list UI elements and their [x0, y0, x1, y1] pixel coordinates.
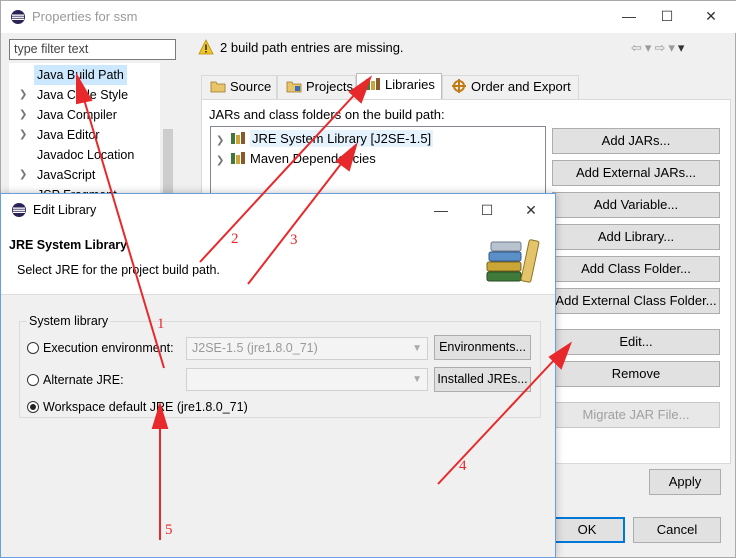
source-folder-icon	[210, 81, 226, 93]
tab-label: Source	[230, 79, 272, 94]
menu-icon[interactable]: ▾	[678, 40, 688, 55]
tab-libraries[interactable]: Libraries	[356, 73, 442, 100]
library-item-maven[interactable]: ❯ Maven Dependencies	[216, 149, 376, 169]
add-class-folder-button[interactable]: Add Class Folder...	[552, 256, 720, 282]
minimize-icon[interactable]: —	[431, 201, 451, 219]
edit-button[interactable]: Edit...	[552, 329, 720, 355]
filter-input[interactable]: type filter text	[9, 39, 176, 60]
window-titlebar: Properties for ssm — ☐ ✕	[1, 1, 736, 33]
order-export-icon	[452, 79, 466, 93]
warning-icon	[198, 39, 214, 55]
libraries-icon	[366, 78, 380, 90]
edit-library-dialog: Edit Library — ☐ ✕ JRE System Library Se…	[0, 193, 556, 558]
radio-label: Execution environment:	[43, 341, 174, 355]
add-library-button[interactable]: Add Library...	[552, 224, 720, 250]
workspace-default-jre-radio[interactable]: Workspace default JRE (jre1.8.0_71)	[27, 398, 248, 416]
installed-jres-button[interactable]: Installed JREs...	[434, 367, 531, 392]
dialog-header-description: Select JRE for the project build path.	[17, 263, 220, 277]
projects-icon	[286, 81, 302, 93]
execution-environment-select[interactable]: J2SE-1.5 (jre1.8.0_71) ▼	[186, 337, 428, 360]
system-library-label: System library	[27, 314, 111, 328]
tree-item-java-code-style[interactable]: ❯ Java Code Style	[9, 85, 168, 105]
dialog-title: Edit Library	[33, 203, 97, 217]
dialog-header: JRE System Library Select JRE for the pr…	[1, 225, 555, 295]
dialog-header-title: JRE System Library	[9, 238, 128, 252]
tree-item-java-build-path[interactable]: Java Build Path	[9, 65, 168, 85]
chevron-down-icon: ▼	[412, 374, 422, 385]
chevron-down-icon[interactable]: ▾	[645, 40, 655, 55]
tab-projects[interactable]: Projects	[277, 75, 356, 99]
tree-item-label: Java Code Style	[37, 88, 129, 102]
tab-source[interactable]: Source	[201, 75, 277, 99]
tree-item-java-compiler[interactable]: ❯ Java Compiler	[9, 105, 168, 125]
back-arrow-icon[interactable]: ⇦	[631, 40, 645, 55]
library-books-icon	[486, 239, 540, 283]
tree-item-label: Java Build Path	[34, 65, 127, 85]
library-icon	[231, 152, 245, 164]
scrollbar-thumb[interactable]	[163, 129, 173, 199]
environments-button[interactable]: Environments...	[434, 335, 531, 360]
add-jars-button[interactable]: Add JARs...	[552, 128, 720, 154]
close-icon[interactable]: ✕	[701, 7, 721, 25]
remove-button[interactable]: Remove	[552, 361, 720, 387]
migrate-jar-button[interactable]: Migrate JAR File...	[552, 402, 720, 428]
radio-label: Workspace default JRE (jre1.8.0_71)	[43, 400, 248, 414]
tab-label: Order and Export	[471, 79, 571, 94]
maximize-icon[interactable]: ☐	[477, 201, 497, 219]
eclipse-icon	[11, 10, 25, 24]
close-icon[interactable]: ✕	[521, 201, 541, 219]
eclipse-icon	[12, 203, 26, 217]
forward-arrow-icon[interactable]: ⇨	[654, 40, 668, 55]
tree-item-label: Javadoc Location	[37, 148, 135, 162]
chevron-down-icon[interactable]: ▾	[668, 40, 678, 55]
alternate-jre-select[interactable]: ▼	[186, 368, 428, 391]
build-path-label: JARs and class folders on the build path…	[209, 107, 445, 122]
tree-item-label: Java Editor	[37, 128, 100, 142]
library-icon	[231, 132, 245, 144]
library-label: JRE System Library [J2SE-1.5]	[250, 130, 434, 147]
warning-message: 2 build path entries are missing.	[220, 40, 404, 55]
minimize-icon[interactable]: —	[619, 7, 639, 25]
tab-label: Projects	[306, 79, 353, 94]
chevron-right-icon[interactable]: ❯	[19, 105, 29, 125]
radio-indicator[interactable]	[27, 342, 39, 354]
apply-button[interactable]: Apply	[649, 469, 721, 495]
tree-item-label: Java Compiler	[37, 108, 117, 122]
history-navigation[interactable]: ⇦▾⇨▾▾	[631, 40, 687, 56]
chevron-right-icon[interactable]: ❯	[216, 151, 230, 171]
tree-item-javadoc-location[interactable]: Javadoc Location	[9, 145, 168, 165]
radio-indicator[interactable]	[27, 401, 39, 413]
chevron-right-icon[interactable]: ❯	[19, 85, 29, 105]
add-external-class-folder-button[interactable]: Add External Class Folder...	[552, 288, 720, 314]
window-title: Properties for ssm	[32, 9, 138, 24]
cancel-button[interactable]: Cancel	[633, 517, 721, 543]
dialog-titlebar: Edit Library — ☐ ✕	[1, 194, 555, 225]
maximize-icon[interactable]: ☐	[657, 7, 677, 25]
chevron-right-icon[interactable]: ❯	[19, 165, 29, 185]
ok-button[interactable]: OK	[549, 517, 625, 543]
library-label: Maven Dependencies	[250, 151, 376, 166]
select-value: J2SE-1.5 (jre1.8.0_71)	[192, 341, 318, 355]
radio-label: Alternate JRE:	[43, 373, 124, 387]
add-external-jars-button[interactable]: Add External JARs...	[552, 160, 720, 186]
tab-order-and-export[interactable]: Order and Export	[442, 75, 579, 99]
chevron-right-icon[interactable]: ❯	[216, 131, 230, 151]
library-item-jre[interactable]: ❯ JRE System Library [J2SE-1.5]	[216, 129, 434, 151]
alternate-jre-radio[interactable]: Alternate JRE:	[27, 371, 124, 389]
tree-scrollbar[interactable]	[160, 63, 176, 203]
chevron-right-icon[interactable]: ❯	[19, 125, 29, 145]
tree-item-label: JavaScript	[37, 168, 96, 182]
preferences-tree: Java Build Path ❯ Java Code Style ❯ Java…	[9, 63, 176, 203]
execution-environment-radio[interactable]: Execution environment:	[27, 339, 174, 357]
tree-item-java-editor[interactable]: ❯ Java Editor	[9, 125, 168, 145]
radio-indicator[interactable]	[27, 374, 39, 386]
add-variable-button[interactable]: Add Variable...	[552, 192, 720, 218]
tab-label: Libraries	[385, 77, 435, 92]
tree-item-javascript[interactable]: ❯ JavaScript	[9, 165, 168, 185]
chevron-down-icon: ▼	[412, 343, 422, 354]
